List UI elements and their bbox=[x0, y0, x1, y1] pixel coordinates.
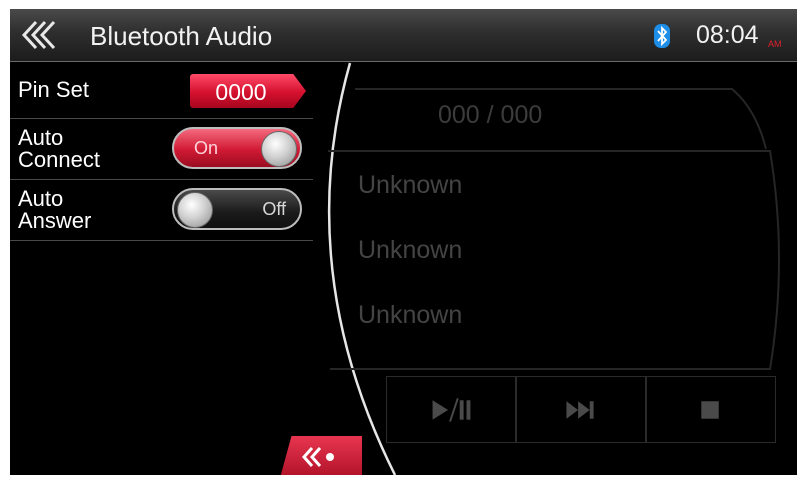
toggle-knob bbox=[261, 131, 297, 167]
auto-connect-label-line2: Connect bbox=[18, 147, 100, 172]
next-track-button[interactable] bbox=[516, 376, 646, 443]
double-chevron-left-icon bbox=[301, 447, 334, 467]
auto-connect-toggle[interactable]: On bbox=[172, 127, 302, 169]
track-album: Unknown bbox=[358, 301, 463, 329]
play-pause-icon bbox=[432, 398, 471, 422]
pin-set-row: Pin Set 0000 bbox=[10, 62, 313, 119]
stop-icon bbox=[701, 401, 719, 419]
next-track-icon bbox=[566, 401, 594, 419]
screen: Bluetooth Audio 08:04 AM Pin Set 0000 Au… bbox=[10, 9, 797, 475]
stop-button[interactable] bbox=[646, 376, 776, 443]
pin-set-button[interactable]: 0000 bbox=[190, 74, 306, 108]
auto-answer-row: Auto Answer Off bbox=[10, 180, 313, 241]
track-counter: 000 / 000 bbox=[438, 101, 543, 129]
auto-answer-label-line2: Answer bbox=[18, 208, 92, 233]
toggle-knob bbox=[177, 192, 213, 228]
triple-chevron-left-icon bbox=[21, 20, 56, 50]
auto-connect-label: Auto Connect bbox=[18, 127, 100, 171]
back-button[interactable] bbox=[20, 19, 66, 51]
clock-ampm: AM bbox=[768, 39, 782, 49]
auto-answer-toggle[interactable]: Off bbox=[172, 188, 302, 230]
clock-time: 08:04 bbox=[696, 21, 759, 49]
track-artist: Unknown bbox=[358, 236, 463, 264]
header-bar: Bluetooth Audio 08:04 AM bbox=[10, 9, 797, 62]
pin-value: 0000 bbox=[215, 79, 267, 105]
auto-answer-label: Auto Answer bbox=[18, 188, 91, 232]
track-title: Unknown bbox=[358, 171, 463, 199]
auto-connect-state: On bbox=[194, 138, 219, 158]
collapse-button[interactable] bbox=[280, 436, 362, 475]
page-title: Bluetooth Audio bbox=[90, 21, 273, 51]
pin-set-label: Pin Set bbox=[18, 77, 89, 102]
play-pause-button[interactable] bbox=[386, 376, 516, 443]
bluetooth-icon bbox=[654, 24, 670, 48]
auto-answer-state: Off bbox=[262, 199, 286, 219]
auto-connect-row: Auto Connect On bbox=[10, 119, 313, 180]
